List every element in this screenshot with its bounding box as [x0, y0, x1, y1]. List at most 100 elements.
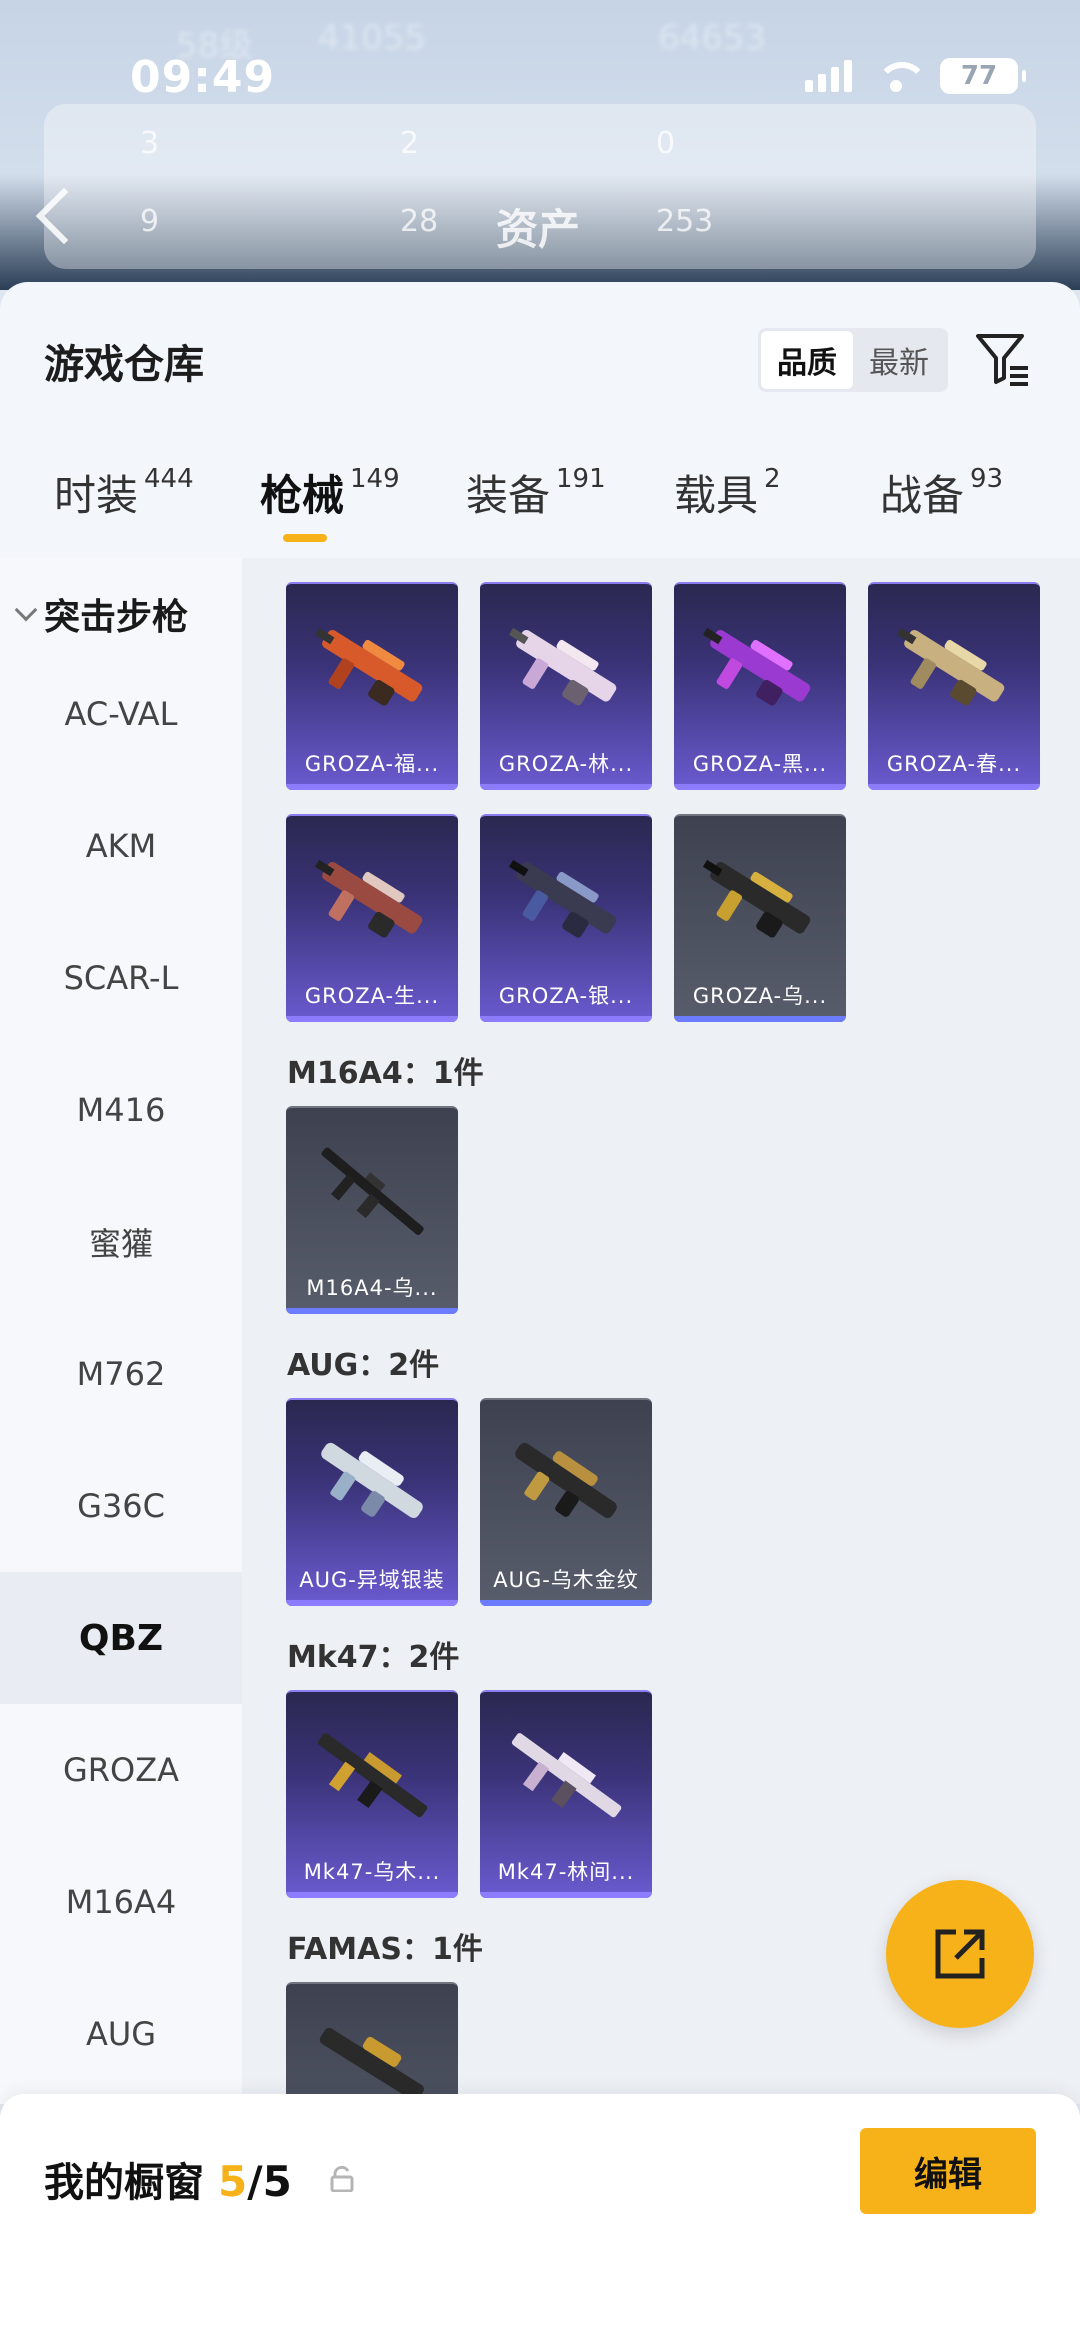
skin-card[interactable]: GROZA-生...: [286, 814, 458, 1022]
rarity-bar: [868, 784, 1040, 790]
tab-label: 载具: [674, 471, 759, 520]
showcase-used-count: 5: [218, 2157, 248, 2206]
tab-weapons[interactable]: 枪械 149: [260, 462, 400, 523]
sort-newest-button[interactable]: 最新: [853, 331, 945, 389]
skin-card[interactable]: GROZA-银...: [480, 814, 652, 1022]
skin-name: GROZA-春...: [886, 752, 1022, 776]
skin-card[interactable]: AUG-异域银装: [286, 1398, 458, 1606]
tab-label: 装备: [466, 471, 551, 520]
bg-row1-b: 2: [400, 126, 420, 161]
sidebar-item-m416[interactable]: M416: [0, 1044, 242, 1176]
skin-grid: GROZA-福... GROZA-林... GROZA-黑... GROZA-春…: [242, 558, 1080, 2104]
rarity-bar: [480, 1892, 652, 1898]
bg-stat-1: 41055: [318, 18, 427, 58]
rifle-icon: [508, 859, 617, 938]
skin-card[interactable]: M16A4-乌...: [286, 1106, 458, 1314]
warehouse-sheet: 游戏仓库 品质 最新 时装 444 枪械 149 装备 191 载具 2 战备 …: [0, 282, 1080, 2104]
chevron-down-icon: [14, 598, 38, 622]
rarity-bar: [480, 1016, 652, 1022]
tab-supplies[interactable]: 战备 93: [880, 462, 1003, 523]
edit-button[interactable]: 编辑: [860, 2128, 1036, 2214]
tab-fashion[interactable]: 时装 444: [54, 462, 194, 523]
rarity-bar: [286, 1308, 458, 1314]
tab-equipment[interactable]: 装备 191: [466, 462, 606, 523]
rifle-icon: [317, 1733, 428, 1818]
rarity-bar: [674, 1016, 846, 1022]
skin-name: GROZA-林...: [498, 752, 634, 776]
showcase-title-row: 我的橱窗 5 /5: [44, 2150, 292, 2208]
tab-label: 时装: [54, 471, 139, 520]
weapon-sidebar: 突击步枪 AC-VAL AKM SCAR-L M416 蜜獾 M762 G36C…: [0, 558, 242, 2104]
skin-card[interactable]: GROZA-乌...: [674, 814, 846, 1022]
skin-card[interactable]: [286, 1982, 458, 2104]
rifle-icon: [511, 1733, 622, 1818]
sidebar-item-ac-val[interactable]: AC-VAL: [0, 648, 242, 780]
tab-count: 93: [970, 464, 1004, 494]
sidebar-item-g36c[interactable]: G36C: [0, 1440, 242, 1572]
sidebar-item-honey-badger[interactable]: 蜜獾: [0, 1176, 242, 1308]
page-title: 游戏仓库: [44, 342, 204, 388]
skin-name: GROZA-黑...: [692, 752, 828, 776]
skin-name: GROZA-银...: [498, 984, 634, 1008]
active-tab-indicator: [283, 534, 327, 542]
skin-card[interactable]: GROZA-林...: [480, 582, 652, 790]
showcase-total: /5: [247, 2157, 292, 2206]
tab-vehicles[interactable]: 载具 2: [674, 462, 781, 523]
category-tabs: 时装 444 枪械 149 装备 191 载具 2 战备 93: [0, 462, 1080, 540]
wifi-icon: [874, 60, 928, 92]
tab-label: 枪械: [260, 471, 345, 520]
status-time: 09:49: [130, 52, 276, 103]
skin-card[interactable]: GROZA-黑...: [674, 582, 846, 790]
sidebar-category-label: 突击步枪: [44, 597, 189, 638]
skin-card[interactable]: GROZA-春...: [868, 582, 1040, 790]
sort-toggle: 品质 最新: [758, 328, 948, 392]
filter-icon[interactable]: [972, 328, 1034, 390]
lock-icon: [330, 2166, 354, 2192]
battery-icon: 77: [940, 58, 1026, 94]
background-header: 58级 41055 64653 3 2 0 9 28 253 资产 09:49 …: [0, 0, 1080, 290]
bg-row2-b: 28: [400, 204, 439, 239]
skin-name: GROZA-福...: [304, 752, 440, 776]
sidebar-item-m16a4[interactable]: M16A4: [0, 1836, 242, 1968]
rarity-bar: [286, 1600, 458, 1606]
sidebar-category-header[interactable]: 突击步枪: [14, 588, 189, 640]
rifle-icon: [702, 627, 811, 706]
showcase-title: 我的橱窗: [44, 2160, 204, 2206]
share-button[interactable]: [886, 1880, 1034, 2028]
showcase-bar: 我的橱窗 5 /5 编辑: [0, 2094, 1080, 2341]
rifle-icon: [702, 859, 811, 938]
group-label-famas: FAMAS：1件: [287, 1932, 483, 1967]
bg-page-title: 资产: [496, 205, 581, 254]
rifle-icon: [314, 627, 423, 706]
rifle-icon: [508, 627, 617, 706]
bg-row2-c: 253: [656, 204, 714, 239]
sidebar-item-scar-l[interactable]: SCAR-L: [0, 912, 242, 1044]
skin-card[interactable]: Mk47-乌木...: [286, 1690, 458, 1898]
rarity-bar: [480, 1600, 652, 1606]
skin-name: M16A4-乌...: [306, 1276, 438, 1300]
rarity-bar: [286, 1892, 458, 1898]
rarity-bar: [286, 1016, 458, 1022]
tab-label: 战备: [880, 471, 965, 520]
sidebar-item-m762[interactable]: M762: [0, 1308, 242, 1440]
share-icon: [935, 1929, 985, 1979]
skin-card[interactable]: AUG-乌木金纹: [480, 1398, 652, 1606]
bg-stat-2: 64653: [658, 18, 767, 58]
rifle-icon: [321, 1147, 424, 1235]
sidebar-item-aug[interactable]: AUG: [0, 1968, 242, 2100]
group-label-mk47: Mk47：2件: [287, 1640, 460, 1675]
group-label-m16a4: M16A4：1件: [287, 1056, 484, 1091]
tab-count: 191: [556, 464, 606, 494]
sidebar-item-akm[interactable]: AKM: [0, 780, 242, 912]
rifle-icon: [515, 1442, 617, 1518]
skin-card[interactable]: Mk47-林间...: [480, 1690, 652, 1898]
rifle-icon: [896, 627, 1005, 706]
skin-card[interactable]: GROZA-福...: [286, 582, 458, 790]
sort-quality-button[interactable]: 品质: [761, 331, 853, 389]
rifle-icon: [319, 2027, 424, 2101]
status-icons: 77: [805, 58, 1026, 94]
skin-name: AUG-乌木金纹: [493, 1568, 639, 1592]
sidebar-item-groza[interactable]: GROZA: [0, 1704, 242, 1836]
skin-name: Mk47-林间...: [497, 1860, 635, 1884]
sidebar-item-qbz[interactable]: QBZ: [0, 1572, 242, 1704]
